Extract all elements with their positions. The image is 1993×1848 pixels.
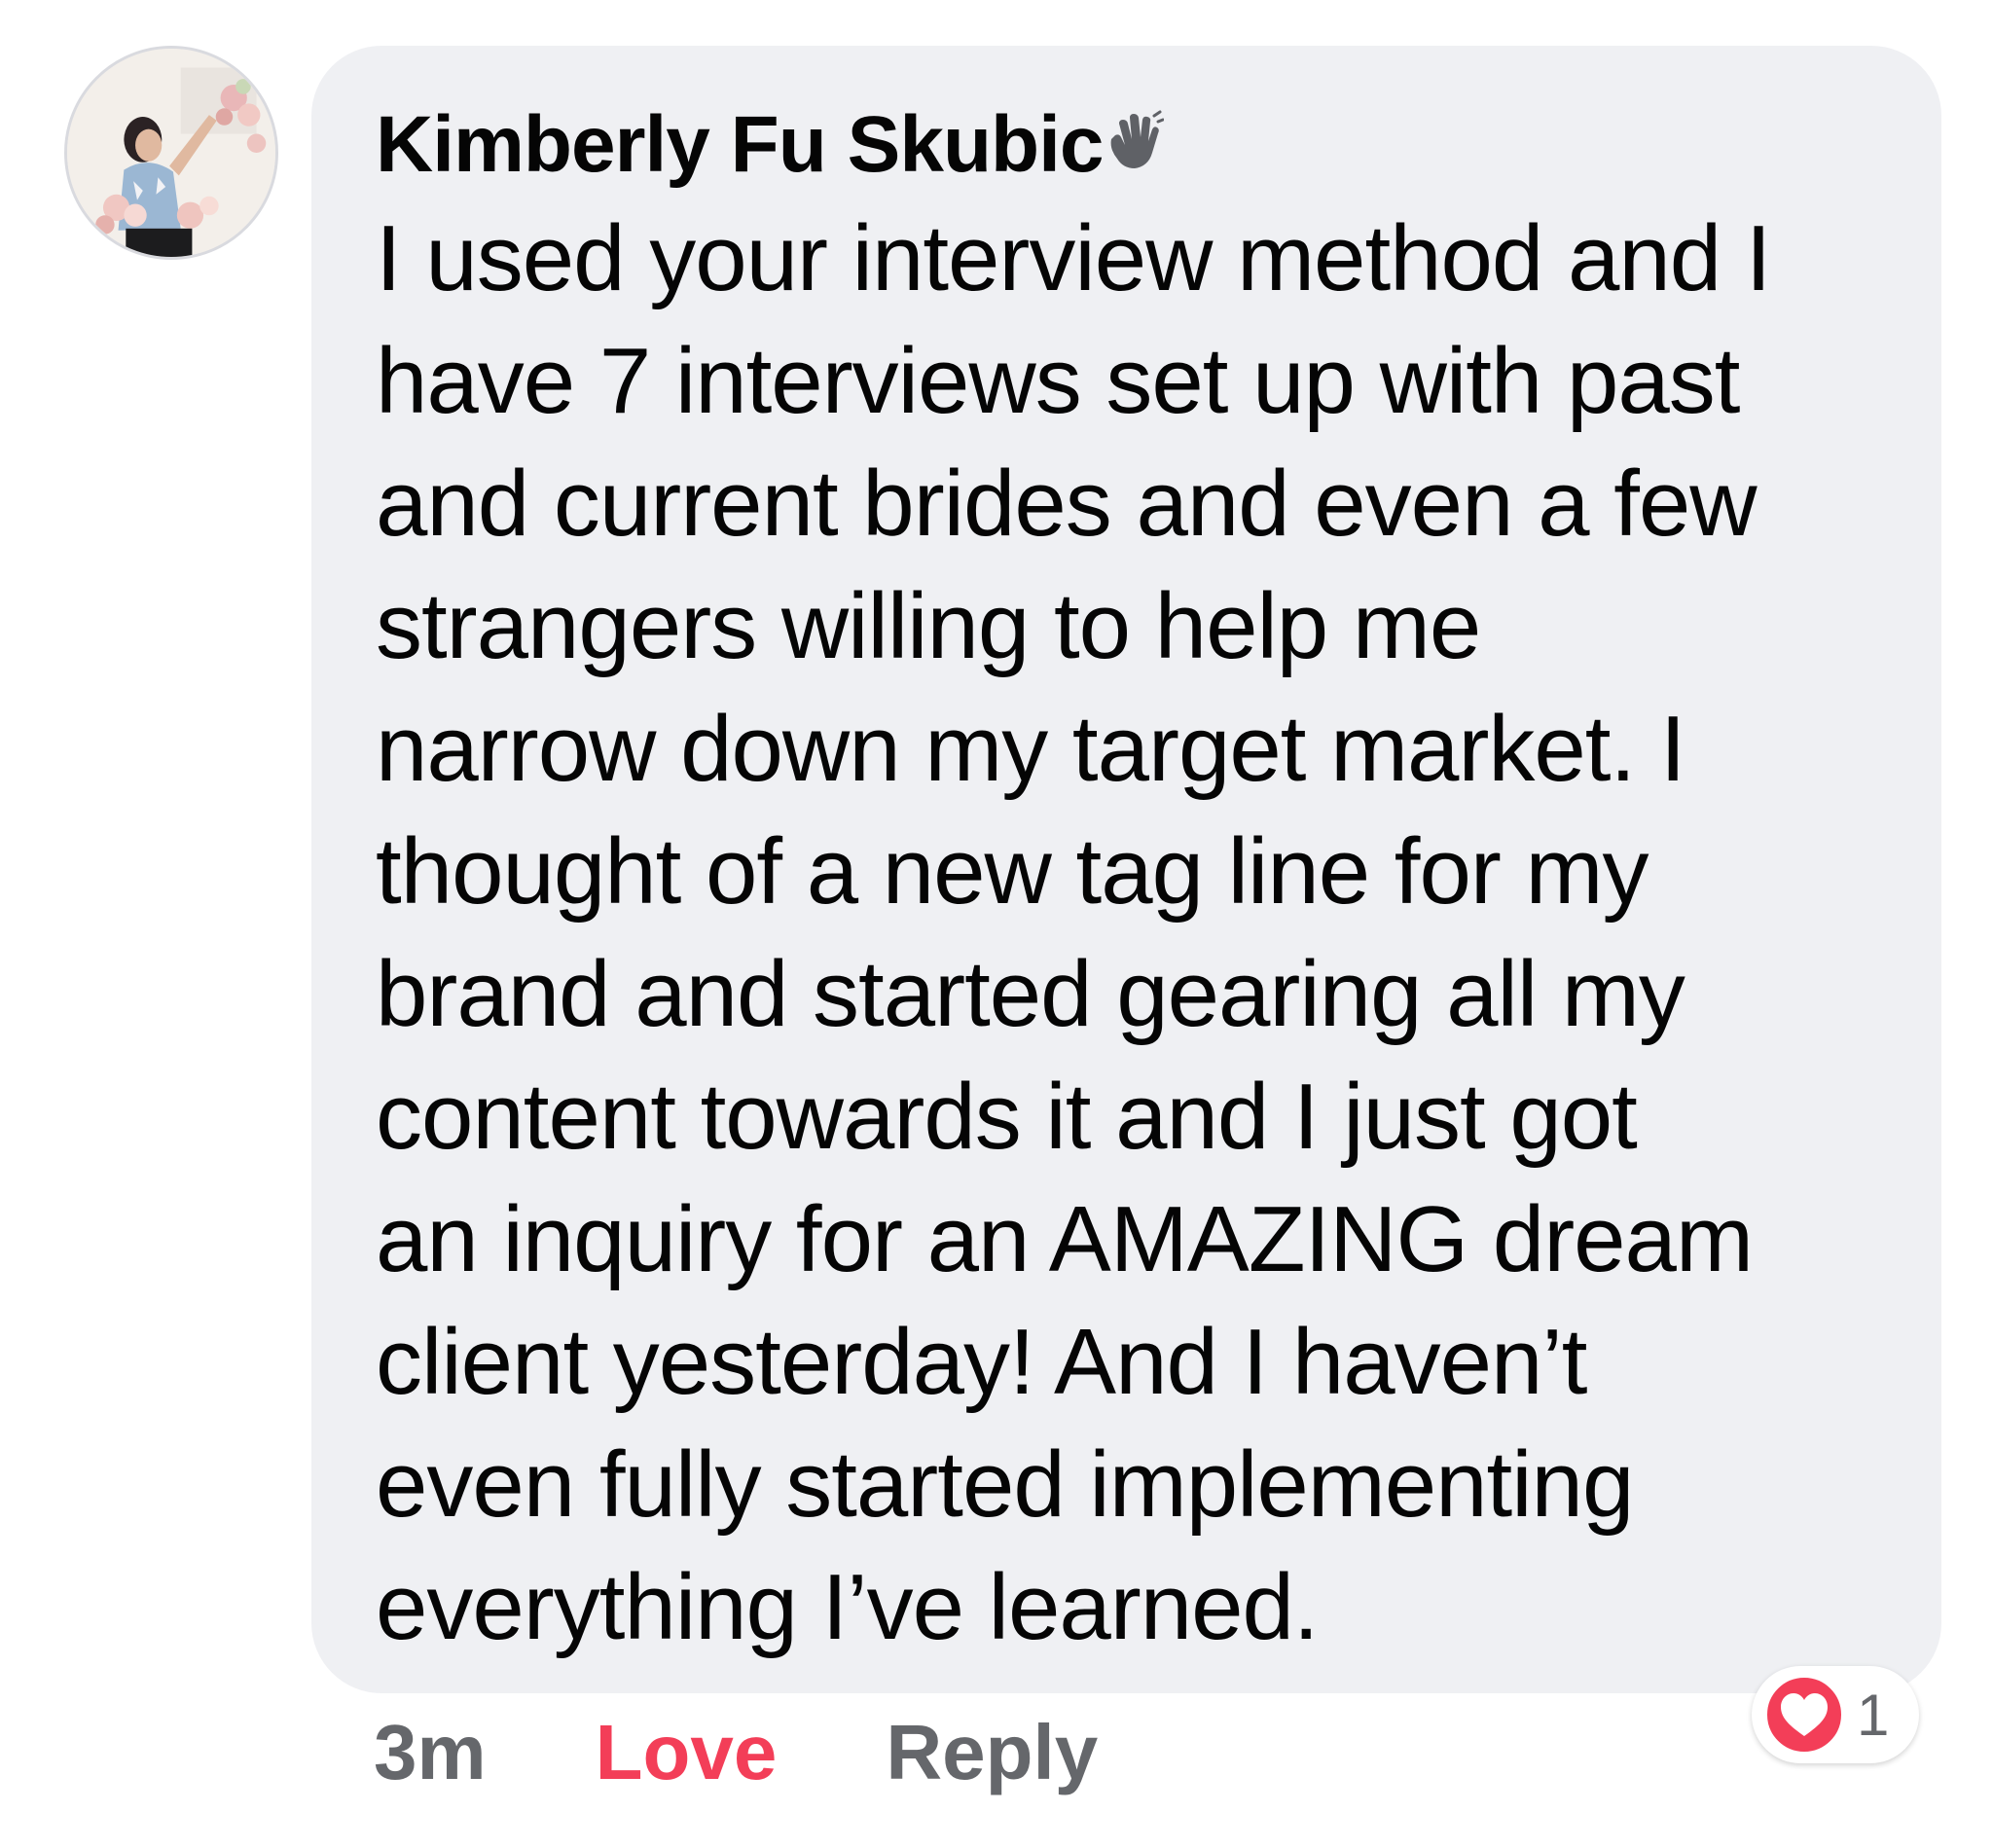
- comment-text-line: everything I’ve learned.: [376, 1555, 1320, 1659]
- comment-text-line: thought of a new tag line for my: [376, 819, 1649, 924]
- love-button[interactable]: Love: [596, 1708, 778, 1797]
- comment-text: I used your interview method and I have …: [376, 198, 1883, 1669]
- author-avatar[interactable]: [64, 46, 278, 260]
- comment-text-line: and current brides and even a few: [376, 452, 1757, 556]
- reaction-summary[interactable]: 1: [1752, 1666, 1919, 1763]
- comment-text-line: client yesterday! And I haven’t: [376, 1310, 1587, 1414]
- avatar-photo: [67, 49, 275, 257]
- comment-text-line: strangers willing to help me: [376, 574, 1481, 678]
- comment-text-line: I used your interview method and I: [376, 206, 1771, 310]
- comment-header: Kimberly Fu Skubic: [376, 96, 1883, 194]
- reaction-count: 1: [1857, 1682, 1890, 1748]
- comment-text-line: have 7 interviews set up with past: [376, 329, 1740, 433]
- comment-text-line: even fully started implementing: [376, 1432, 1634, 1537]
- comment-text-line: content towards it and I just got: [376, 1065, 1638, 1169]
- reply-button[interactable]: Reply: [886, 1708, 1098, 1797]
- comment-text-line: brand and started gearing all my: [376, 942, 1685, 1046]
- heart-icon: [1761, 1672, 1847, 1757]
- author-name[interactable]: Kimberly Fu Skubic: [376, 99, 1105, 191]
- comment-text-line: narrow down my target market. I: [376, 697, 1685, 801]
- comment-bubble: Kimberly Fu Skubic I used your interview…: [311, 46, 1941, 1693]
- waving-hand-icon: [1102, 110, 1164, 172]
- comment-actions: 3m Love Reply: [374, 1709, 1098, 1796]
- comment-timestamp[interactable]: 3m: [374, 1708, 487, 1797]
- comment-text-line: an inquiry for an AMAZING dream: [376, 1187, 1754, 1291]
